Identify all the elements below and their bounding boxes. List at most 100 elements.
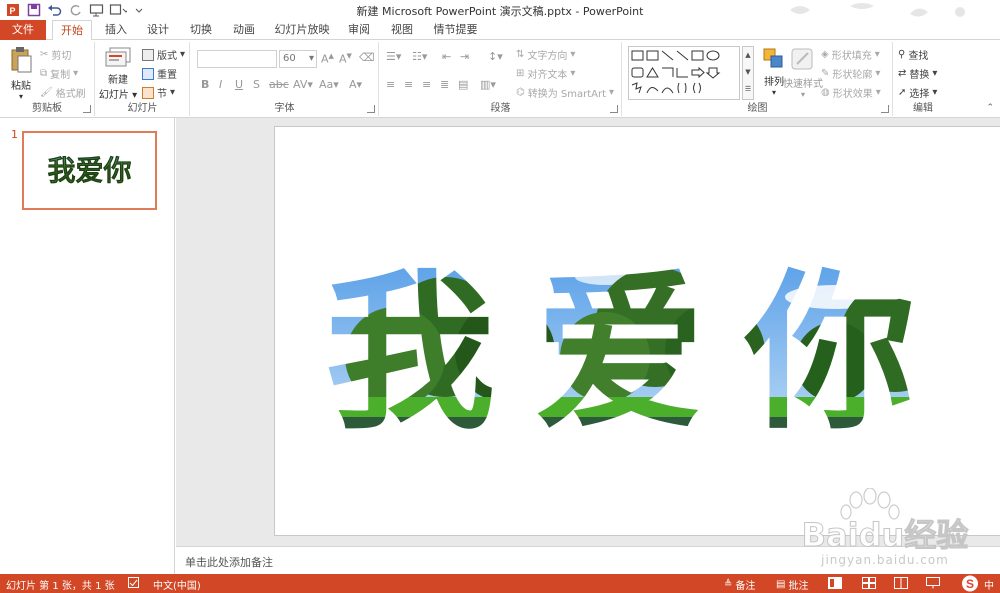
bold-icon[interactable]: B	[201, 78, 209, 91]
tab-slideshow[interactable]: 幻灯片放映	[270, 20, 334, 40]
text-direction-button[interactable]: ⇅ 文字方向 ▾	[516, 47, 575, 62]
decrease-indent-icon[interactable]: ⇤	[442, 50, 451, 63]
smartart-button[interactable]: ⌬ 转换为 SmartArt ▾	[516, 85, 614, 100]
line-spacing-icon[interactable]: ↕▾	[488, 50, 503, 63]
shape-outline-button[interactable]: ✎ 形状轮廓 ▾	[821, 66, 880, 81]
new-slide-label-1: 新建	[108, 75, 128, 86]
spellcheck-icon[interactable]	[128, 577, 139, 588]
shape-effects-button[interactable]: ◍ 形状效果 ▾	[821, 85, 881, 100]
section-button[interactable]: 节 ▾	[142, 85, 175, 100]
ime-mode[interactable]: 中	[984, 577, 994, 592]
group-editing: ⚲ 查找 ⇄ 替换 ▾ ➚ 选择 ▾ 编辑	[894, 42, 952, 116]
slide-count: 幻灯片 第 1 张，共 1 张	[6, 581, 115, 592]
find-button[interactable]: ⚲ 查找	[898, 47, 928, 62]
replace-label: 替换	[909, 70, 930, 81]
language-indicator[interactable]: 中文(中国)	[153, 577, 201, 592]
group-paragraph: ☰▾ ☷▾ ⇤ ⇥ ↕▾ ≡ ≡ ≡ ≣ ▤ ▥▾ ⇅ 文字方向 ▾ ⊞ 对齐文本 ▾ …	[380, 42, 622, 116]
section-icon	[142, 86, 154, 99]
tab-storyboarding[interactable]: 情节提要	[428, 20, 483, 40]
distributed-icon[interactable]: ▤	[458, 78, 468, 91]
smartart-label: 转换为 SmartArt	[527, 89, 607, 100]
text-direction-icon: ⇅	[516, 49, 525, 60]
slide-sorter-view-icon[interactable]	[862, 577, 876, 589]
paste-button[interactable]: 粘贴 ▾	[6, 46, 36, 101]
slide-number: 1	[11, 128, 18, 141]
justify-icon[interactable]: ≣	[440, 78, 449, 91]
font-launcher-icon[interactable]	[367, 105, 375, 113]
shapes-gallery[interactable]	[628, 46, 740, 100]
tab-review[interactable]: 审阅	[342, 20, 376, 40]
select-button[interactable]: ➚ 选择 ▾	[898, 85, 937, 100]
notes-pane[interactable]: 单击此处添加备注	[176, 546, 1000, 574]
reset-label: 重置	[157, 70, 177, 81]
numbering-icon[interactable]: ☷▾	[412, 50, 427, 63]
shape-fill-button[interactable]: ◈ 形状填充 ▾	[821, 47, 880, 62]
tab-insert[interactable]: 插入	[99, 20, 133, 40]
copy-button[interactable]: ⧉ 复制 ▾	[40, 66, 78, 81]
align-text-button[interactable]: ⊞ 对齐文本 ▾	[516, 66, 575, 81]
tab-design[interactable]: 设计	[141, 20, 175, 40]
tab-transitions[interactable]: 切换	[184, 20, 218, 40]
slide-thumbnail[interactable]: 我爱你	[22, 131, 157, 210]
char-spacing-icon[interactable]: AV▾	[293, 78, 313, 91]
clipboard-group-label: 剪贴板	[32, 103, 62, 114]
comment-icon: ▤	[776, 579, 786, 590]
notes-toggle-button[interactable]: ≜ 备注	[724, 577, 755, 592]
clipboard-launcher-icon[interactable]	[83, 105, 91, 113]
binoculars-icon: ⚲	[898, 49, 906, 60]
slides-group-label: 幻灯片	[127, 103, 158, 114]
align-left-icon[interactable]: ≡	[386, 78, 395, 91]
strikethrough-icon[interactable]: abc	[269, 78, 289, 91]
grow-font-icon[interactable]: A▲	[321, 52, 334, 66]
shapes-icon	[631, 50, 721, 94]
underline-icon[interactable]: U	[235, 78, 243, 91]
tab-file[interactable]: 文件	[0, 20, 46, 40]
shrink-font-icon[interactable]: A▼	[339, 52, 352, 66]
font-name-field[interactable]	[197, 50, 277, 68]
comments-toggle-button[interactable]: ▤ 批注	[776, 577, 808, 592]
columns-icon[interactable]: ▥▾	[480, 78, 496, 91]
bullets-icon[interactable]: ☰▾	[386, 50, 401, 63]
slideshow-view-icon[interactable]	[926, 577, 940, 589]
slide-thumbnail-image: 我爱你	[47, 154, 131, 187]
new-slide-icon	[105, 47, 131, 67]
font-size-field[interactable]: 60 ▾	[279, 50, 317, 68]
reset-icon	[142, 67, 154, 80]
slide-picture-text[interactable]: 我爱你	[275, 127, 1000, 537]
group-slides: 新建 幻灯片 ▾ 版式 ▾ 重置 节 ▾ 幻灯片	[96, 42, 190, 116]
status-bar: 幻灯片 第 1 张，共 1 张 中文(中国) ≜ 备注 ▤ 批注 S 中	[0, 574, 1000, 593]
replace-button[interactable]: ⇄ 替换 ▾	[898, 66, 937, 81]
slide-canvas[interactable]: 我爱你	[274, 126, 1000, 536]
align-text-label: 对齐文本	[527, 70, 568, 81]
shadow-icon[interactable]: S	[253, 78, 260, 91]
clear-formatting-icon[interactable]: ⌫	[359, 51, 375, 64]
change-case-icon[interactable]: Aa▾	[319, 78, 339, 91]
drawing-launcher-icon[interactable]	[881, 105, 889, 113]
increase-indent-icon[interactable]: ⇥	[460, 50, 469, 63]
format-painter-button[interactable]: 🖌 格式刷	[40, 85, 86, 100]
layout-icon	[142, 48, 154, 61]
cut-button[interactable]: ✂ 剪切	[40, 47, 71, 62]
shapes-gallery-scroll[interactable]: ▲ ▼ ☰	[742, 46, 754, 100]
ribbon-tabs: 文件 开始 插入 设计 切换 动画 幻灯片放映 审阅 视图 情节提要	[0, 20, 1000, 41]
tab-home[interactable]: 开始	[52, 20, 92, 41]
tab-animations[interactable]: 动画	[227, 20, 261, 40]
align-text-icon: ⊞	[516, 68, 525, 79]
layout-button[interactable]: 版式 ▾	[142, 47, 185, 62]
reading-view-icon[interactable]	[894, 577, 908, 589]
notes-icon: ≜	[724, 579, 733, 590]
paragraph-launcher-icon[interactable]	[610, 105, 618, 113]
align-center-icon[interactable]: ≡	[404, 78, 413, 91]
normal-view-icon[interactable]	[828, 577, 842, 589]
font-color-icon[interactable]: A▾	[349, 78, 362, 91]
sogou-ime-icon[interactable]: S	[961, 575, 979, 592]
align-right-icon[interactable]: ≡	[422, 78, 431, 91]
italic-icon[interactable]: I	[219, 78, 222, 91]
editing-group-label: 编辑	[913, 103, 933, 114]
collapse-ribbon-icon[interactable]: ⌃	[986, 103, 994, 113]
tab-view[interactable]: 视图	[385, 20, 419, 40]
group-font: 60 ▾ A▲ A▼ ⌫ B I U S abc AV▾ Aa▾ A▾ 字体	[191, 42, 379, 116]
new-slide-button[interactable]: 新建 幻灯片 ▾	[98, 46, 138, 101]
editing-area: 我爱你	[176, 118, 1000, 546]
reset-button[interactable]: 重置	[142, 66, 177, 81]
